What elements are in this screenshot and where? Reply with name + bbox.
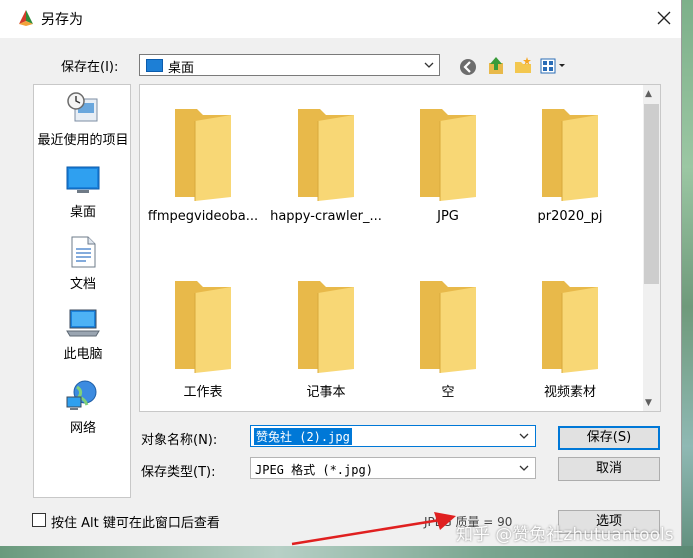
folder-item[interactable]: pr2020_pj <box>510 105 630 224</box>
desktop-icon <box>66 166 100 193</box>
chevron-down-icon[interactable] <box>518 462 530 474</box>
chevron-down-icon[interactable] <box>518 430 530 442</box>
desktop-small-icon <box>146 59 163 72</box>
place-this-pc[interactable]: 此电脑 <box>34 307 132 362</box>
save-as-dialog: 另存为 保存在(I): 桌面 最近使用的项目 桌面 文档 此电脑 网络 ffmp… <box>0 0 682 546</box>
chevron-down-icon <box>424 62 434 68</box>
folder-item[interactable]: 工作表 <box>143 277 263 400</box>
file-name: 工作表 <box>183 385 223 400</box>
alt-view-label: 按住 Alt 键可在此窗口后查看 <box>51 516 220 531</box>
places-bar: 最近使用的项目 桌面 文档 此电脑 网络 <box>33 84 131 498</box>
documents-icon <box>71 236 96 268</box>
folder-icon <box>298 109 354 201</box>
app-icon <box>19 10 33 26</box>
new-folder-icon[interactable] <box>513 56 533 76</box>
window-title: 另存为 <box>41 12 83 28</box>
object-name-label: 对象名称(N): <box>141 433 218 448</box>
back-icon[interactable] <box>459 58 477 76</box>
red-arrow-annotation <box>291 512 456 546</box>
place-network[interactable]: 网络 <box>34 379 132 436</box>
network-icon <box>66 380 97 410</box>
watermark-text: 知乎 @赞兔社zhutuantools <box>456 525 674 545</box>
folder-icon <box>542 281 598 373</box>
file-name: 视频素材 <box>543 385 596 400</box>
object-name-input[interactable]: 赞兔社 (2).jpg <box>250 425 536 447</box>
folder-item[interactable]: JPG <box>388 105 508 224</box>
scroll-up-icon[interactable]: ▲ <box>645 89 652 99</box>
place-documents[interactable]: 文档 <box>34 235 132 292</box>
computer-icon <box>66 309 100 337</box>
folder-icon <box>420 281 476 373</box>
file-name: happy-crawler_... <box>270 209 382 224</box>
up-folder-icon[interactable] <box>486 56 506 76</box>
folder-icon <box>175 109 231 201</box>
object-name-value: 赞兔社 (2).jpg <box>254 428 352 445</box>
close-button[interactable] <box>648 4 680 32</box>
view-icon <box>540 58 565 74</box>
folder-item[interactable]: 记事本 <box>266 277 386 400</box>
location-value: 桌面 <box>168 61 195 76</box>
place-desktop[interactable]: 桌面 <box>34 165 132 220</box>
recent-items-icon <box>67 92 98 122</box>
close-icon <box>657 11 671 25</box>
file-name: JPG <box>437 209 459 224</box>
place-label: 桌面 <box>69 205 96 220</box>
folder-item[interactable]: happy-crawler_... <box>266 105 386 224</box>
folder-item[interactable]: ffmpegvideoba... <box>143 105 263 224</box>
cancel-button[interactable]: 取消 <box>558 457 660 481</box>
save-type-value: JPEG 格式 (*.jpg) <box>255 463 373 477</box>
scrollbar-thumb[interactable] <box>644 104 659 284</box>
save-type-select[interactable]: JPEG 格式 (*.jpg) <box>250 457 536 479</box>
folder-icon <box>175 281 231 373</box>
file-name: pr2020_pj <box>537 209 603 224</box>
scroll-down-icon[interactable]: ▼ <box>645 398 652 408</box>
place-label: 此电脑 <box>63 347 103 362</box>
folder-icon <box>298 281 354 373</box>
title-bar: 另存为 <box>0 0 681 38</box>
background-desktop-right <box>681 0 693 558</box>
place-label: 网络 <box>69 421 96 436</box>
folder-icon <box>542 109 598 201</box>
file-name: ffmpegvideoba... <box>147 209 259 224</box>
folder-icon <box>420 109 476 201</box>
file-name: 空 <box>441 385 455 400</box>
save-in-label: 保存在(I): <box>61 60 119 75</box>
folder-item[interactable]: 视频素材 <box>510 277 630 400</box>
file-list[interactable]: ffmpegvideoba... happy-crawler_... JPG p… <box>139 84 661 412</box>
view-menu-button[interactable] <box>540 58 568 78</box>
place-label: 文档 <box>69 277 96 292</box>
file-name: 记事本 <box>306 385 346 400</box>
folder-item[interactable]: 空 <box>388 277 508 400</box>
place-label: 最近使用的项目 <box>37 133 129 148</box>
save-type-label: 保存类型(T): <box>141 465 216 480</box>
place-recent[interactable]: 最近使用的项目 <box>34 91 132 148</box>
location-select[interactable]: 桌面 <box>139 54 440 76</box>
alt-view-checkbox[interactable] <box>32 513 46 527</box>
save-button[interactable]: 保存(S) <box>558 426 660 450</box>
